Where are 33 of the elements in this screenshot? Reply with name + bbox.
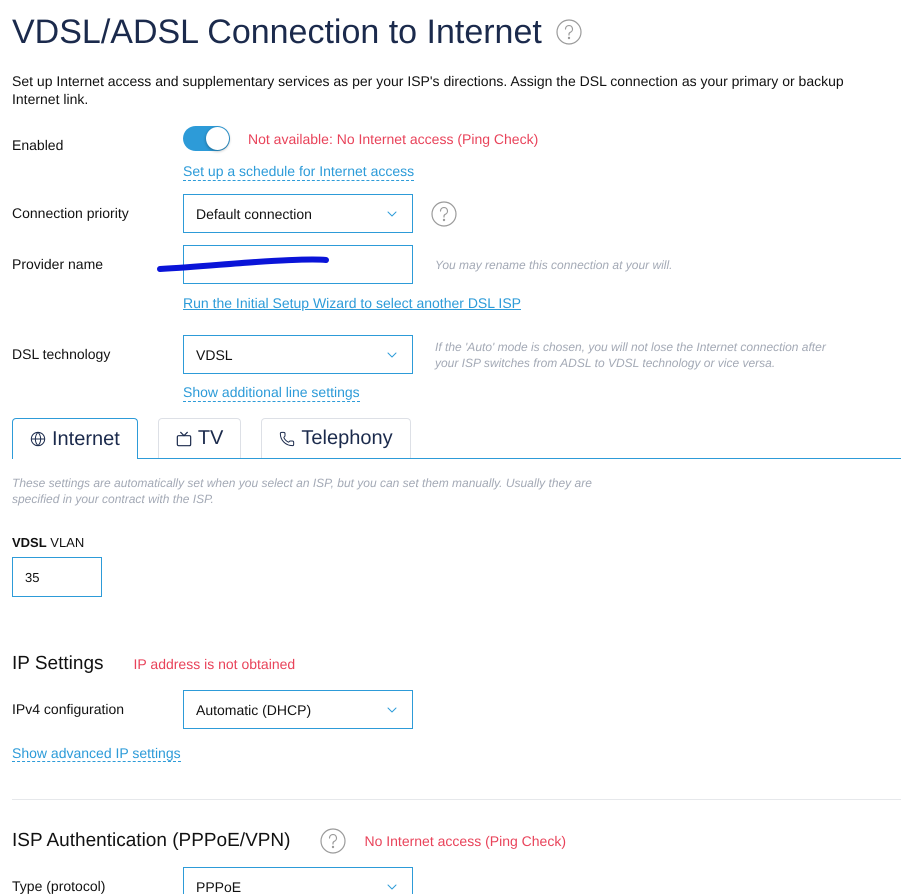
help-icon[interactable]	[431, 200, 457, 226]
hint-text: These settings are automatically set when you select an ISP, but you can set them manually. Usually they are specified in your contract with the ISP.	[12, 475, 593, 507]
tab[interactable]: Internet	[12, 418, 138, 459]
section-title: IP Settings	[12, 653, 104, 675]
field-label: Enabled	[12, 136, 64, 155]
description-text: Set up Internet access and supplementary services as per your ISP's directions. Assign the DSL connection as your primary or backup Internet link.	[12, 72, 845, 108]
field-label: DSL technology	[12, 345, 112, 364]
phone-icon	[279, 430, 296, 446]
help-icon[interactable]	[556, 19, 582, 45]
tv-icon	[176, 430, 192, 446]
status-message: IP address is not obtained	[134, 656, 296, 672]
text-input-field[interactable]	[183, 245, 413, 284]
field-label: Type (protocol)	[12, 877, 106, 894]
enabled-toggle[interactable]	[183, 126, 230, 151]
dropdown-select[interactable]: PPPoE	[183, 867, 413, 894]
page-title: VDSL/ADSL Connection to Internet	[12, 12, 542, 53]
hint-text: If the 'Auto' mode is chosen, you will not lose the Internet connection after your ISP switches from ADSL to VDSL technology or vice versa.	[435, 338, 828, 370]
field-label: VDSL VLAN	[12, 535, 84, 550]
field-label: Provider name	[12, 255, 104, 274]
dropdown-select[interactable]: Default connection	[183, 194, 413, 233]
vlan-input-field[interactable]: 35	[12, 557, 102, 597]
section-title: ISP Authentication (PPPoE/VPN)	[12, 830, 290, 852]
hint-text: You may rename this connection at your will.	[435, 256, 672, 272]
tab[interactable]: Telephony	[261, 418, 411, 458]
help-icon[interactable]	[320, 828, 346, 854]
status-message: Not available: No Internet access (Ping Check)	[248, 130, 538, 146]
field-label: IPv4 configuration	[12, 700, 126, 719]
status-message: No Internet access (Ping Check)	[364, 833, 566, 849]
dropdown-select[interactable]: VDSL	[183, 335, 413, 374]
dropdown-select[interactable]: Automatic (DHCP)	[183, 690, 413, 729]
tab[interactable]: TV	[158, 418, 242, 458]
field-label: Connection priority	[12, 204, 130, 223]
globe-icon	[30, 431, 46, 447]
